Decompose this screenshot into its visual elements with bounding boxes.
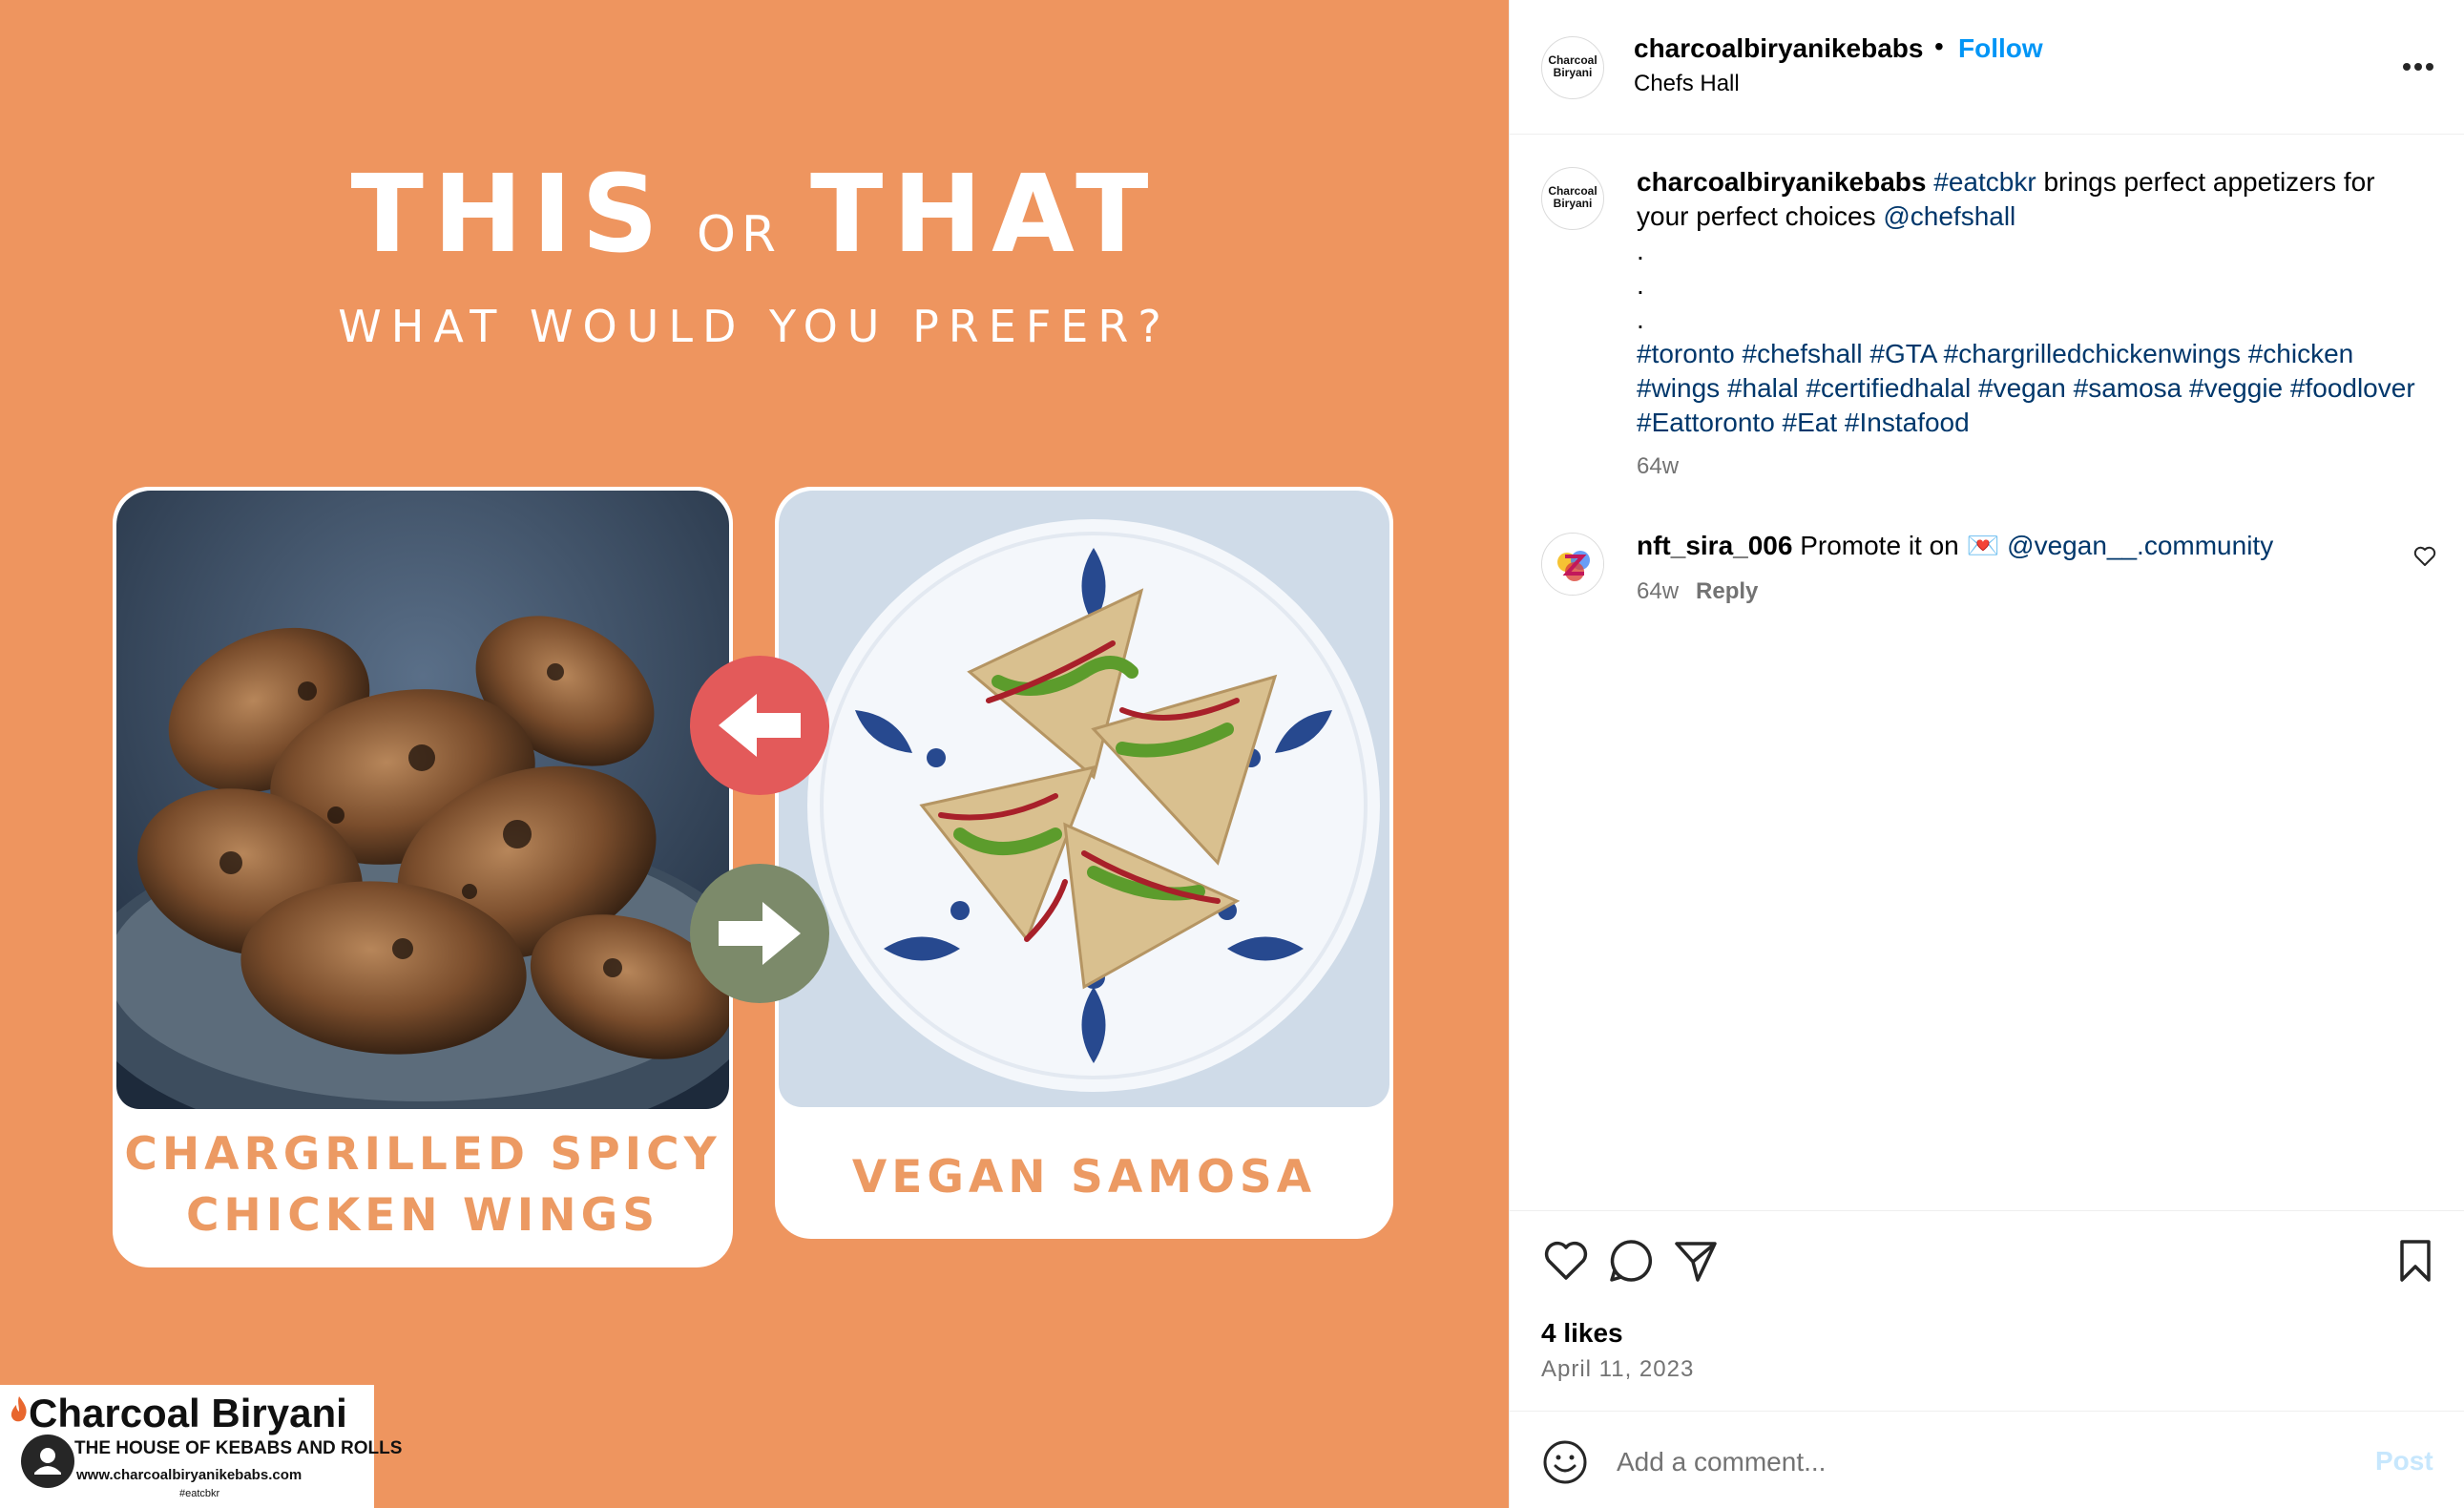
comment-text: nft_sira_006 Promote it on 💌 @vegan__.co… [1637,529,2273,563]
post-location[interactable]: Chefs Hall [1634,71,1740,97]
comment-item: nft_sira_006 Promote it on 💌 @vegan__.co… [1510,523,2464,618]
commenter-avatar[interactable] [1541,533,1604,596]
subheadline: WHAT WOULD YOU PREFER? [338,301,1171,352]
comment-icon[interactable] [1606,1236,1656,1286]
caption-hashtags[interactable]: #toronto #chefshall #GTA #chargrilledchi… [1637,337,2429,440]
caption-dot-2: . [1637,270,1644,300]
tagged-user-icon[interactable] [21,1435,74,1488]
flame-icon [10,1396,27,1422]
headline: THIS OR THAT [0,153,1509,277]
chicken-wings-caption: CHARGRILLED SPICY CHICKEN WINGS [113,1124,733,1246]
brand-name: Charcoal Biryani [29,1391,347,1435]
chicken-wings-card: CHARGRILLED SPICY CHICKEN WINGS [113,487,733,1267]
brand-hashtag: #eatcbkr [179,1488,220,1499]
author-avatar-text: Charcoal Biryani [1548,53,1597,79]
comment-timestamp[interactable]: 64w [1637,578,1679,604]
comment-username[interactable]: nft_sira_006 [1637,531,1792,560]
follow-button[interactable]: Follow [1958,33,2043,64]
caption-mention[interactable]: @chefshall [1883,201,2015,231]
arrow-left-icon [690,656,829,795]
brand-url: www.charcoalbiryanikebabs.com [76,1467,303,1483]
comment-input[interactable] [1617,1438,2342,1486]
comment-reply-button[interactable]: Reply [1696,578,1758,604]
send-icon[interactable] [1671,1236,1721,1286]
heart-icon[interactable] [1541,1236,1591,1286]
post-actions: 4 likes April 11, 2023 [1510,1210,2464,1411]
headline-that: THAT [810,153,1159,277]
more-horizontal-icon[interactable] [2397,50,2439,84]
comment-body: Promote it on [1792,531,1967,560]
post-date[interactable]: April 11, 2023 [1541,1356,1694,1383]
brand-tagline: THE HOUSE OF KEBABS AND ROLLS [74,1438,403,1458]
emoji-icon[interactable] [1541,1438,1589,1486]
chicken-wings-caption-line1: CHARGRILLED SPICY [124,1128,721,1181]
header-separator: • [1934,31,1944,61]
comment-meta: 64w Reply [1637,578,1758,605]
caption-username[interactable]: charcoalbiryanikebabs [1637,167,1926,197]
vegan-samosa-photo [779,491,1389,1107]
caption-hashtag-main[interactable]: #eatcbkr [1933,167,2036,197]
headline-or: OR [696,206,782,263]
vegan-samosa-caption: VEGAN SAMOSA [851,1151,1317,1204]
caption-author-avatar[interactable]: Charcoal Biryani [1541,167,1604,230]
likes-count[interactable]: 4 likes [1541,1318,1623,1349]
post-media-image[interactable]: THIS OR THAT WHAT WOULD YOU PREFER? CHAR… [0,0,1509,1508]
headline-this: THIS [350,153,668,277]
post-comment-button[interactable]: Post [2375,1446,2433,1477]
author-username[interactable]: charcoalbiryanikebabs [1634,33,1923,64]
post-header: Charcoal Biryani charcoalbiryanikebabs •… [1510,0,2464,135]
author-avatar[interactable]: Charcoal Biryani [1541,36,1604,99]
arrow-right-icon [690,864,829,1003]
post-details-panel: Charcoal Biryani charcoalbiryanikebabs •… [1509,0,2464,1508]
vegan-samosa-card: VEGAN SAMOSA [775,487,1393,1239]
chicken-wings-caption-line2: CHICKEN WINGS [185,1189,660,1242]
bookmark-icon[interactable] [2391,1236,2440,1286]
comment-mention[interactable]: @vegan__.community [1999,531,2273,560]
caption-text: charcoalbiryanikebabs #eatcbkr brings pe… [1637,165,2429,440]
chicken-wings-photo [116,491,729,1109]
caption-timestamp[interactable]: 64w [1637,453,1679,480]
comment-like-heart-icon[interactable] [2412,544,2437,569]
caption-dot-3: . [1637,304,1644,334]
caption-dot-1: . [1637,236,1644,265]
add-comment-bar: Post [1510,1411,2464,1508]
comment-emoji: 💌 [1966,531,2000,560]
caption-avatar-text: Charcoal Biryani [1548,184,1597,210]
